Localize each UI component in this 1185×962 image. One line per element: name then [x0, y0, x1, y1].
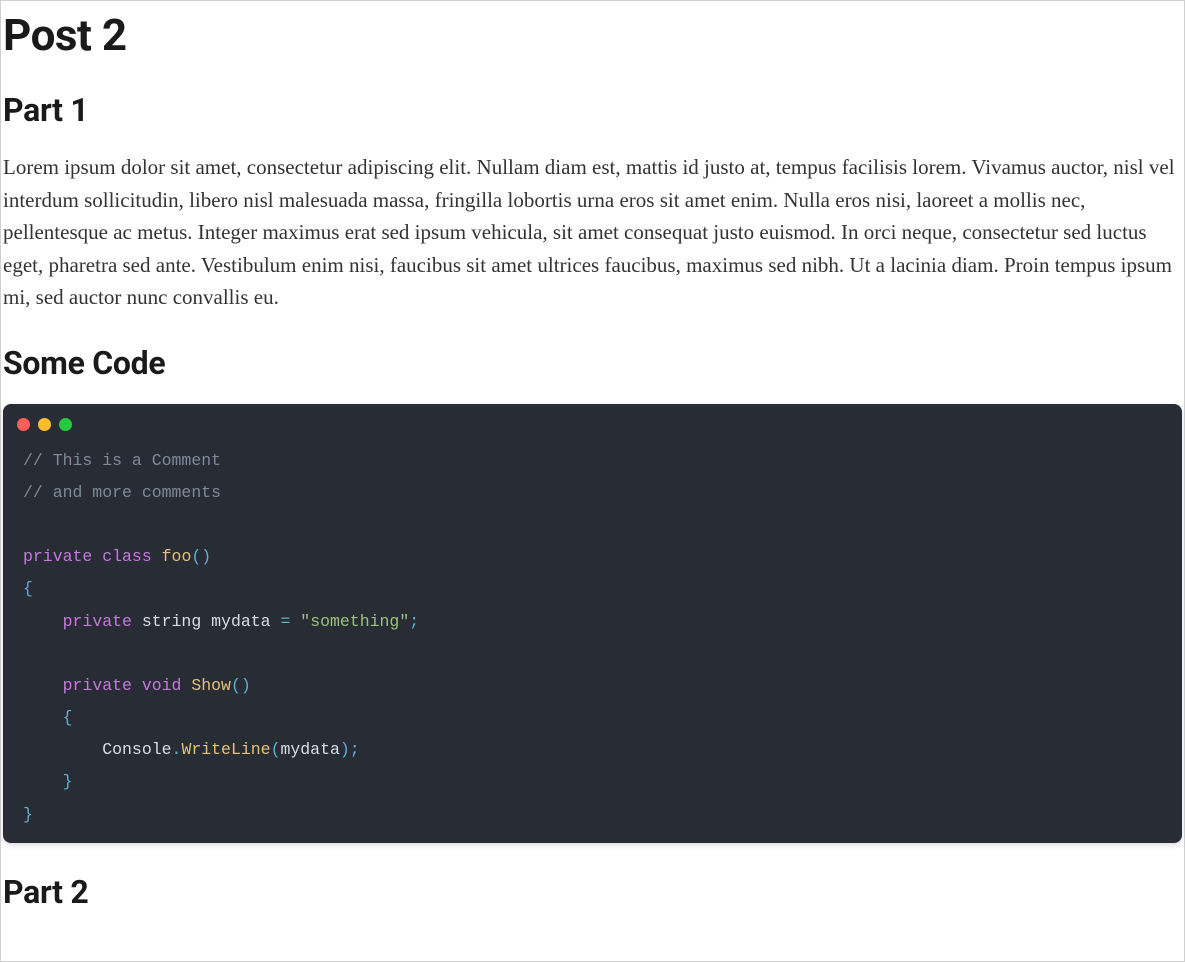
code-brace: }: [63, 772, 73, 791]
code-punct: ): [201, 547, 211, 566]
section-heading-part1: Part 1: [3, 91, 1182, 129]
code-keyword: class: [102, 547, 152, 566]
code-keyword: private: [23, 547, 92, 566]
code-type: string: [142, 612, 201, 631]
code-method: WriteLine: [181, 740, 270, 759]
code-identifier: mydata: [280, 740, 339, 759]
code-keyword: private: [63, 676, 132, 695]
code-comment: // This is a Comment: [23, 451, 221, 470]
post-content: Post 2 Part 1 Lorem ipsum dolor sit amet…: [1, 9, 1184, 911]
code-identifier: Console: [102, 740, 171, 759]
code-comment: // and more comments: [23, 483, 221, 502]
code-block: // This is a Comment // and more comment…: [23, 445, 1162, 831]
window-minimize-icon[interactable]: [38, 418, 51, 431]
code-punct: ;: [409, 612, 419, 631]
section-heading-code: Some Code: [3, 344, 1182, 382]
code-operator: =: [280, 612, 290, 631]
part1-paragraph: Lorem ipsum dolor sit amet, consectetur …: [3, 151, 1182, 314]
window-controls: [3, 404, 1182, 443]
code-window: // This is a Comment // and more comment…: [3, 404, 1182, 843]
code-punct: (: [231, 676, 241, 695]
code-keyword: void: [142, 676, 182, 695]
window-maximize-icon[interactable]: [59, 418, 72, 431]
code-brace: {: [63, 708, 73, 727]
code-identifier: mydata: [211, 612, 270, 631]
code-brace: }: [23, 805, 33, 824]
code-string: "something": [300, 612, 409, 631]
code-brace: {: [23, 579, 33, 598]
section-heading-part2: Part 2: [3, 873, 1182, 911]
code-punct: ): [241, 676, 251, 695]
code-scroll-area[interactable]: // This is a Comment // and more comment…: [3, 443, 1182, 843]
code-keyword: private: [63, 612, 132, 631]
code-punct: ): [340, 740, 350, 759]
code-punct: ;: [350, 740, 360, 759]
code-punct: (: [191, 547, 201, 566]
window-close-icon[interactable]: [17, 418, 30, 431]
code-classname: foo: [162, 547, 192, 566]
code-function: Show: [191, 676, 231, 695]
code-punct: .: [172, 740, 182, 759]
post-title: Post 2: [3, 9, 1182, 61]
code-punct: (: [271, 740, 281, 759]
